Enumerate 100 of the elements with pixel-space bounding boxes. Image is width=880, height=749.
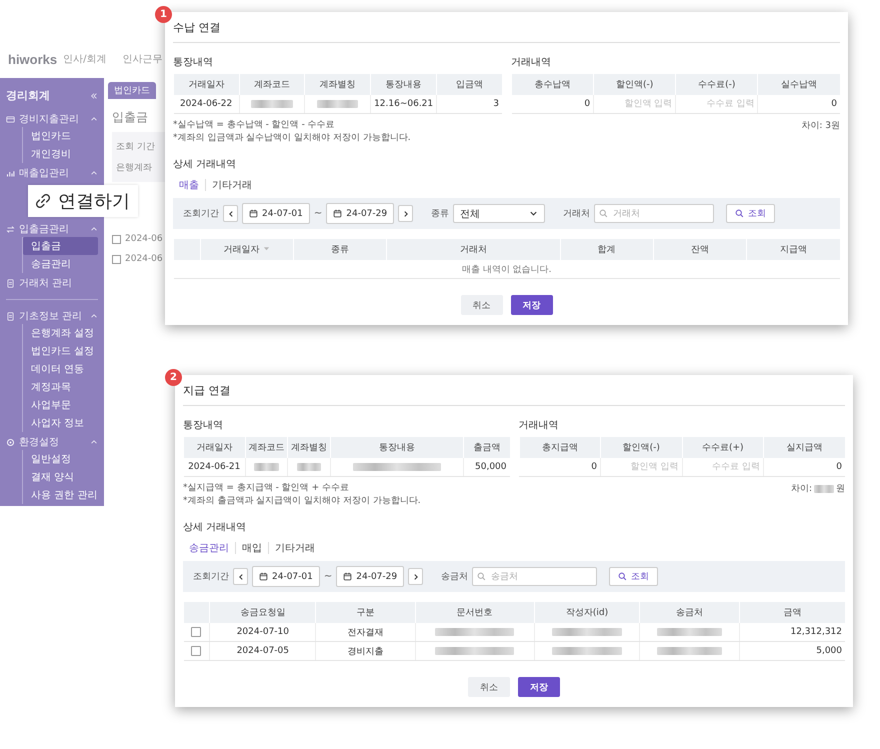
sidebar-section[interactable]: 매출입관리 — [6, 165, 98, 181]
date-field[interactable]: 24-07-29 — [336, 566, 404, 587]
difference-text: 차이: — [790, 483, 812, 495]
step-badge: 1 — [155, 6, 172, 23]
blurred-text — [657, 646, 722, 655]
checkbox[interactable] — [112, 234, 121, 244]
column-header: 통장내용 — [370, 74, 436, 95]
input-field[interactable]: 할인액 입력 — [597, 99, 672, 109]
sidebar-section[interactable]: 경비지출관리 — [6, 111, 98, 127]
column-header[interactable]: 거래일자 — [200, 239, 294, 260]
blurred-text — [296, 462, 322, 471]
sidebar-item[interactable]: 사용 권한 관리 — [23, 486, 98, 504]
sidebar-section[interactable]: 거래처 관리 — [6, 275, 98, 291]
logo[interactable]: hiworks — [8, 52, 58, 66]
sidebar-item[interactable]: 일반설정 — [23, 450, 98, 468]
save-button[interactable]: 저장 — [518, 677, 560, 697]
date-field[interactable]: 24-07-01 — [252, 566, 320, 587]
column-header[interactable]: 문서번호 — [415, 602, 534, 623]
tab[interactable]: 법인카드 — [108, 82, 156, 99]
column-header[interactable]: 금액 — [739, 602, 845, 623]
sidebar-section[interactable]: 입출금관리 — [6, 221, 98, 237]
search-field[interactable]: 송금처 — [472, 567, 598, 586]
sidebar-item[interactable]: 송금관리 — [23, 255, 98, 273]
search-button[interactable]: 조회 — [726, 204, 776, 223]
search-icon — [735, 209, 744, 218]
column-header[interactable]: 합계 — [560, 239, 654, 260]
column-header[interactable]: 송금요청일 — [210, 602, 316, 623]
input-field[interactable]: 수수료 입력 — [686, 462, 760, 472]
column-header: 총지급액 — [519, 437, 600, 458]
column-header[interactable]: 송금처 — [640, 602, 740, 623]
type-dropdown[interactable]: 전체 — [453, 204, 546, 223]
date-field[interactable]: 24-07-01 — [242, 203, 310, 224]
column-header: 실지급액 — [764, 437, 845, 458]
sidebar-item[interactable]: 개인경비 — [23, 145, 98, 163]
previous-button[interactable] — [233, 568, 248, 585]
previous-button[interactable] — [223, 205, 238, 222]
chevron-left-icon — [226, 210, 234, 218]
date-field[interactable]: 24-07-29 — [326, 203, 394, 224]
tab[interactable]: 기타거래 — [212, 178, 252, 192]
sidebar-item[interactable]: 법인카드 — [23, 127, 98, 145]
column-header[interactable]: 잔액 — [653, 239, 747, 260]
column-header: 할인액(-) — [600, 437, 682, 458]
column-header[interactable]: 종류 — [293, 239, 387, 260]
document-icon — [6, 278, 15, 288]
difference-text: 차이: 3원 — [801, 120, 840, 132]
dialog-title: 수납 연결 — [173, 12, 840, 43]
checkbox[interactable] — [191, 646, 202, 656]
column-header[interactable]: 작성자(id) — [534, 602, 640, 623]
sidebar-item[interactable]: 결재 양식 — [23, 468, 98, 486]
sidebar-item[interactable]: 사업부문 — [23, 396, 98, 414]
table-cell: 2024-06 — [125, 234, 163, 244]
save-button[interactable]: 저장 — [510, 295, 552, 315]
sidebar-section[interactable]: 기초정보 관리 — [6, 308, 98, 324]
table-cell: 0 — [764, 458, 845, 476]
chevron-right-icon — [412, 572, 420, 580]
table-cell: 2024-07-10 — [210, 623, 316, 642]
table-cell: 2024-07-05 — [210, 642, 316, 660]
blurred-text — [251, 100, 293, 108]
input-field[interactable]: 할인액 입력 — [604, 462, 678, 472]
cancel-button[interactable]: 취소 — [468, 677, 510, 697]
section-heading: 통장내역 — [183, 419, 224, 433]
step-badge: 2 — [165, 369, 182, 386]
tab[interactable]: 송금관리 — [189, 541, 229, 555]
dialog-title: 지급 연결 — [183, 375, 845, 406]
tab[interactable]: 기타거래 — [275, 541, 315, 555]
sidebar-item[interactable]: 법인카드 설정 — [23, 342, 98, 360]
sidebar-item[interactable]: 계정과목 — [23, 378, 98, 396]
column-header: 실수납액 — [758, 74, 840, 95]
checkbox[interactable] — [191, 626, 202, 637]
tab[interactable]: 매입 — [242, 541, 262, 555]
tab[interactable]: 매출 — [179, 178, 199, 192]
sidebar-section[interactable]: 환경설정 — [6, 434, 98, 450]
column-header[interactable]: 구분 — [316, 602, 415, 623]
sidebar-item[interactable]: 은행계좌 설정 — [23, 324, 98, 342]
filter-label: 거래처 — [563, 208, 590, 220]
checkbox[interactable] — [112, 254, 121, 264]
tooltip-text: 연결하기 — [58, 190, 130, 213]
column-header: 통장내용 — [330, 437, 464, 458]
next-button[interactable] — [398, 205, 414, 222]
table-cell: 0 — [512, 95, 594, 114]
cancel-button[interactable]: 취소 — [460, 295, 502, 315]
column-header: 입금액 — [436, 74, 502, 95]
search-field[interactable]: 거래처 — [594, 204, 714, 223]
note-text: *계좌의 입금액과 실수납액이 일치해야 저장이 가능합니다. — [173, 132, 411, 145]
chevron-left-icon — [236, 572, 244, 580]
sidebar-item[interactable]: 데이터 연동 — [23, 360, 98, 378]
column-header[interactable]: 지급액 — [746, 239, 840, 260]
input-field[interactable]: 수수료 입력 — [679, 99, 754, 109]
filter-label: 조회 기간 — [116, 141, 156, 153]
section-heading: 통장내역 — [173, 56, 214, 70]
blurred-text — [254, 462, 279, 471]
table-cell: 경비지출 — [316, 642, 415, 660]
collapse-icon[interactable] — [90, 92, 98, 100]
next-button[interactable] — [408, 568, 424, 585]
sidebar-item[interactable]: 사업자 정보 — [23, 414, 98, 432]
column-header: 거래일자 — [184, 437, 246, 458]
sidebar-item[interactable]: 입출금 — [23, 237, 98, 255]
column-header[interactable]: 거래처 — [386, 239, 560, 260]
blurred-text — [317, 100, 358, 108]
search-button[interactable]: 조회 — [609, 567, 658, 586]
